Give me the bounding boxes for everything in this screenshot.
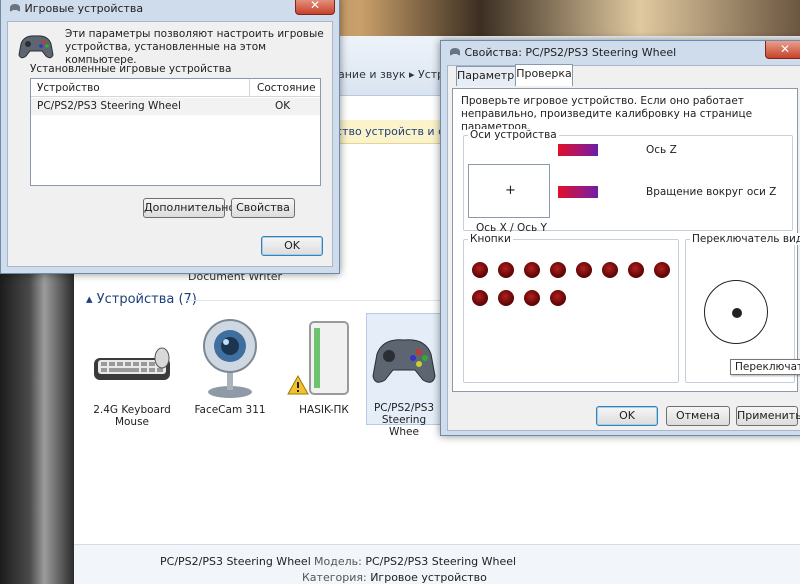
breadcrumb[interactable]: ание и звук ▸ Устро xyxy=(338,68,451,81)
xy-axis-display: + xyxy=(468,164,550,218)
gamepad-icon xyxy=(369,314,439,398)
details-model: Модель: PC/PS2/PS3 Steering Wheel xyxy=(314,555,516,568)
ok-button[interactable]: OK xyxy=(261,236,323,256)
z-rotation-label: Вращение вокруг оси Z xyxy=(646,186,777,198)
category-value: Игровое устройство xyxy=(370,571,487,584)
devices-list[interactable]: Устройство Состояние PC/PS2/PS3 Steering… xyxy=(30,78,321,186)
button-indicator-12 xyxy=(550,290,566,306)
dialog-titlebar[interactable]: Свойства: PC/PS2/PS3 Steering Wheel xyxy=(449,41,676,65)
device-name: PC/PS2/PS3 Steering Wheel xyxy=(37,100,181,112)
column-status[interactable]: Состояние xyxy=(257,82,316,94)
gamepad-small-icon xyxy=(9,2,25,15)
button-indicator-1 xyxy=(472,262,488,278)
properties-dialog: Свойства: PC/PS2/PS3 Steering Wheel ✕ Па… xyxy=(440,40,800,436)
gamepad-small-icon xyxy=(449,46,465,59)
device-computer[interactable]: HASIK-ПК xyxy=(280,316,368,416)
button-indicator-2 xyxy=(498,262,514,278)
buttons-group-label: Кнопки xyxy=(468,233,513,245)
close-button[interactable]: ✕ xyxy=(295,0,335,15)
z-axis-label: Ось Z xyxy=(646,144,677,156)
devices-group-header[interactable]: ▴ Устройства (7) xyxy=(86,292,197,307)
tab-test[interactable]: Проверка xyxy=(515,64,573,86)
details-device-name: PC/PS2/PS3 Steering Wheel xyxy=(160,555,311,568)
details-category: Категория: Игровое устройство xyxy=(302,571,487,584)
device-keyboard[interactable]: 2.4G Keyboard Mouse xyxy=(88,316,176,428)
button-indicator-11 xyxy=(524,290,540,306)
device-label: PC/PS2/PS3 Steering Whee xyxy=(373,402,435,438)
desktop-wallpaper-left xyxy=(0,270,74,584)
cancel-button[interactable]: Отмена xyxy=(666,406,730,426)
z-rotation-bar xyxy=(558,186,598,198)
keyboard-icon xyxy=(92,316,172,400)
dialog-description: Эти параметры позволяют настроить игровы… xyxy=(65,28,324,66)
button-indicator-6 xyxy=(602,262,618,278)
button-indicator-3 xyxy=(524,262,540,278)
dialog-body: Эти параметры позволяют настроить игровы… xyxy=(7,21,333,267)
device-webcam[interactable]: FaceCam 311 xyxy=(186,316,274,416)
installed-devices-label: Установленные игровые устройства xyxy=(30,63,232,75)
dialog-title: Свойства: PC/PS2/PS3 Steering Wheel xyxy=(464,46,677,59)
test-tab-panel: Проверьте игровое устройство. Если оно р… xyxy=(452,88,800,392)
button-indicator-9 xyxy=(472,290,488,306)
list-item[interactable]: PC/PS2/PS3 Steering Wheel OK xyxy=(31,98,320,115)
axes-group-label: Оси устройства xyxy=(468,129,559,141)
z-axis-bar xyxy=(558,144,598,156)
column-device[interactable]: Устройство xyxy=(37,82,100,94)
apply-button[interactable]: Применить xyxy=(736,406,800,426)
device-label: FaceCam 311 xyxy=(194,404,266,416)
buttons-group: Кнопки xyxy=(463,233,679,383)
webcam-icon xyxy=(190,316,270,400)
advanced-button[interactable]: Дополнительно... xyxy=(143,198,246,218)
model-label: Модель: xyxy=(314,555,362,568)
device-steering-wheel[interactable]: PC/PS2/PS3 Steering Whee xyxy=(366,313,442,438)
ok-button[interactable]: OK xyxy=(596,406,658,426)
device-label: 2.4G Keyboard Mouse xyxy=(93,404,171,428)
computer-tower-icon xyxy=(284,316,364,400)
crosshair-icon: + xyxy=(505,183,516,198)
button-indicator-7 xyxy=(628,262,644,278)
pov-hat-display xyxy=(704,280,768,344)
device-label: HASIK-ПК xyxy=(299,404,349,416)
pov-position-dot xyxy=(732,308,742,318)
column-separator xyxy=(249,79,250,97)
properties-button[interactable]: Свойства xyxy=(231,198,295,218)
tooltip: Переключате xyxy=(730,359,800,375)
device-status: OK xyxy=(275,100,291,112)
button-indicator-5 xyxy=(576,262,592,278)
button-indicator-4 xyxy=(550,262,566,278)
dialog-titlebar[interactable]: Игровые устройства xyxy=(9,0,143,21)
devices-group-label: Устройства (7) xyxy=(96,292,197,307)
gamepad-icon xyxy=(18,30,54,63)
button-indicator-10 xyxy=(498,290,514,306)
game-controllers-dialog: Игровые устройства ✕ Эти параметры позво… xyxy=(0,0,340,274)
close-button[interactable]: ✕ xyxy=(765,41,800,59)
tab-settings[interactable]: Параметры xyxy=(456,66,523,86)
button-indicator-8 xyxy=(654,262,670,278)
dialog-title: Игровые устройства xyxy=(24,2,144,15)
details-pane: PC/PS2/PS3 Steering Wheel Модель: PC/PS2… xyxy=(74,544,800,584)
model-value: PC/PS2/PS3 Steering Wheel xyxy=(365,555,517,568)
axes-group: Оси устройства + Ось X / Ось Y Ось Z Вра… xyxy=(463,129,793,234)
list-header: Устройство Состояние xyxy=(31,79,320,97)
category-label: Категория: xyxy=(302,571,367,584)
dialog-body: Параметры Проверка Проверьте игровое уст… xyxy=(447,64,800,431)
pov-group-label: Переключатель вида xyxy=(690,233,800,245)
